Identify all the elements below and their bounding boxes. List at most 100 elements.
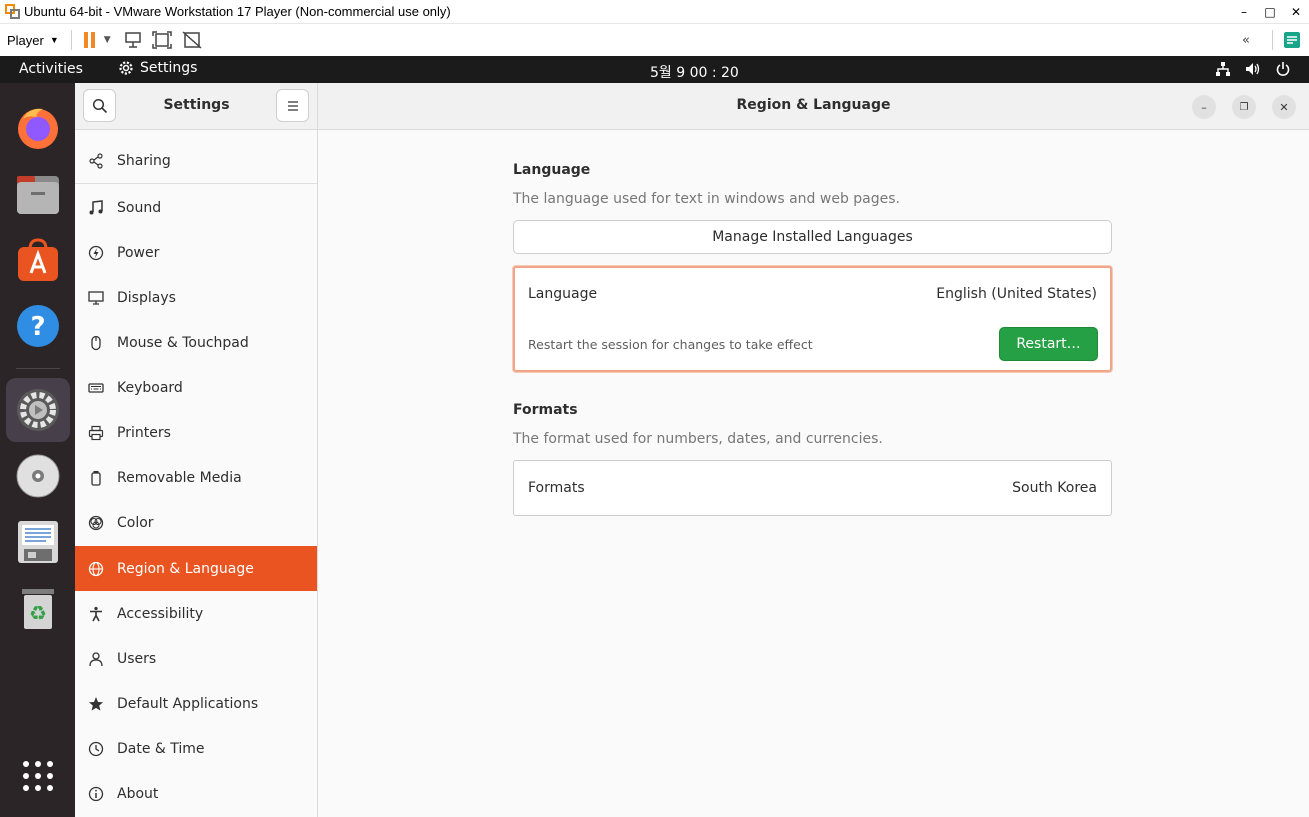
gear-icon <box>119 61 133 75</box>
formats-row[interactable]: Formats South Korea <box>513 460 1112 516</box>
sidebar-item-displays[interactable]: Displays <box>75 275 317 320</box>
firefox-icon <box>18 108 58 149</box>
sidebar-item-label: Color <box>117 514 154 531</box>
minimize-icon: – <box>1201 100 1207 114</box>
mouse-icon <box>75 335 117 351</box>
sidebar-item-date-time[interactable]: Date & Time <box>75 726 317 771</box>
dock-firefox[interactable] <box>6 96 70 160</box>
hamburger-menu-button[interactable] <box>276 89 309 122</box>
printer-icon <box>75 425 117 441</box>
accessibility-icon <box>75 606 117 622</box>
unity-icon <box>182 31 202 49</box>
sidebar-item-label: Mouse & Touchpad <box>117 334 249 351</box>
dock-text-editor[interactable] <box>6 510 70 574</box>
collapse-toolbar-icon[interactable]: « <box>1242 33 1250 48</box>
sidebar-item-label: About <box>117 785 159 802</box>
help-icon: ? <box>17 305 59 347</box>
minimize-icon[interactable]: – <box>1231 0 1257 24</box>
users-icon <box>75 651 117 667</box>
restart-button[interactable]: Restart… <box>999 327 1098 361</box>
sidebar-item-label: Displays <box>117 289 176 306</box>
language-label: Language <box>528 286 598 302</box>
settings-sidebar: Sharing Sound Power Displays Mouse & Tou… <box>75 130 318 817</box>
sidebar-item-keyboard[interactable]: Keyboard <box>75 365 317 410</box>
player-menu[interactable]: Player ▼ <box>7 33 59 48</box>
sidebar-item-label: Accessibility <box>117 605 204 622</box>
restore-button[interactable]: ❐ <box>1232 95 1256 119</box>
toolbar-divider <box>70 30 72 50</box>
sidebar-item-label: Printers <box>117 424 171 441</box>
keyboard-icon <box>75 380 117 396</box>
sidebar-item-label: Power <box>117 244 160 261</box>
display-icon <box>75 290 117 306</box>
pause-button[interactable]: ▼ <box>82 28 111 52</box>
restart-note: Restart the session for changes to take … <box>528 337 813 352</box>
app-grid-icon <box>23 761 53 791</box>
software-store-icon <box>18 238 58 281</box>
dock-trash[interactable]: ♻ <box>6 576 70 640</box>
page-title: Region & Language <box>736 97 891 113</box>
caret-down-icon: ▼ <box>49 35 59 45</box>
hamburger-icon <box>287 100 298 111</box>
close-icon[interactable]: ✕ <box>1283 0 1309 24</box>
text-editor-icon <box>18 521 58 563</box>
formats-value: South Korea <box>1012 480 1097 496</box>
close-button[interactable]: ✕ <box>1272 95 1296 119</box>
fit-window-icon <box>151 31 172 49</box>
sidebar-item-about[interactable]: About <box>75 771 317 816</box>
sidebar-item-mouse-touchpad[interactable]: Mouse & Touchpad <box>75 320 317 365</box>
sidebar-item-region-language[interactable]: Region & Language <box>75 546 317 591</box>
sidebar-item-default-applications[interactable]: Default Applications <box>75 681 317 726</box>
language-value: English (United States) <box>936 286 1097 302</box>
activities-button[interactable]: Activities <box>19 61 83 77</box>
language-row[interactable]: Language English (United States) Restart… <box>513 266 1112 372</box>
vmware-titlebar: Ubuntu 64-bit - VMware Workstation 17 Pl… <box>0 0 1309 24</box>
sidebar-item-label: Region & Language <box>117 560 254 577</box>
files-icon <box>17 176 59 214</box>
power-icon <box>1276 62 1290 76</box>
system-tray[interactable] <box>1215 61 1291 77</box>
sidebar-item-label: Default Applications <box>117 695 259 712</box>
sidebar-item-sound[interactable]: Sound <box>75 185 317 230</box>
sidebar-item-color[interactable]: Color <box>75 500 317 545</box>
clock[interactable]: 5월 9 00 : 20 <box>650 62 739 82</box>
color-icon <box>75 515 117 531</box>
dock-help[interactable]: ? <box>6 294 70 358</box>
sidebar-item-accessibility[interactable]: Accessibility <box>75 591 317 636</box>
svg-text:?: ? <box>30 312 45 342</box>
send-ctrl-alt-del-button[interactable] <box>123 28 143 52</box>
ubuntu-top-bar: Activities Settings 5월 9 00 : 20 <box>0 56 1309 83</box>
region-language-panel: Language The language used for text in w… <box>318 130 1309 817</box>
vmware-logo-icon <box>4 4 20 20</box>
dock-files[interactable] <box>6 162 70 226</box>
notes-icon[interactable] <box>1283 31 1301 49</box>
dock-settings[interactable] <box>6 378 70 442</box>
sidebar-item-label: Date & Time <box>117 740 205 757</box>
sidebar-item-power[interactable]: Power <box>75 230 317 275</box>
svg-text:♻: ♻ <box>29 601 47 625</box>
trash-icon: ♻ <box>22 589 54 629</box>
dock-ubuntu-software[interactable] <box>6 228 70 292</box>
fit-window-button[interactable] <box>151 28 173 52</box>
dock-show-applications[interactable] <box>6 744 70 808</box>
maximize-icon[interactable]: □ <box>1257 0 1283 24</box>
sidebar-item-printers[interactable]: Printers <box>75 410 317 455</box>
clock-icon <box>75 741 117 757</box>
minimize-button[interactable]: – <box>1192 95 1216 119</box>
sidebar-item-label: Sharing <box>117 153 171 169</box>
formats-section-title: Formats <box>513 402 578 418</box>
manage-installed-languages-button[interactable]: Manage Installed Languages <box>513 220 1112 254</box>
sidebar-item-users[interactable]: Users <box>75 636 317 681</box>
dock-disc[interactable] <box>6 444 70 508</box>
sidebar-item-removable-media[interactable]: Removable Media <box>75 455 317 500</box>
unity-button[interactable] <box>181 28 203 52</box>
sidebar-item-label: Sound <box>117 199 162 216</box>
info-icon <box>75 786 117 802</box>
vmware-window-title: Ubuntu 64-bit - VMware Workstation 17 Pl… <box>24 4 451 19</box>
sidebar-item-label: Removable Media <box>117 469 242 486</box>
app-menu-label: Settings <box>140 60 198 76</box>
sidebar-item-sharing[interactable]: Sharing <box>75 139 317 184</box>
dock: ? ♻ <box>0 83 75 817</box>
app-menu[interactable]: Settings <box>118 60 197 76</box>
sidebar-item-label: Keyboard <box>117 379 183 396</box>
